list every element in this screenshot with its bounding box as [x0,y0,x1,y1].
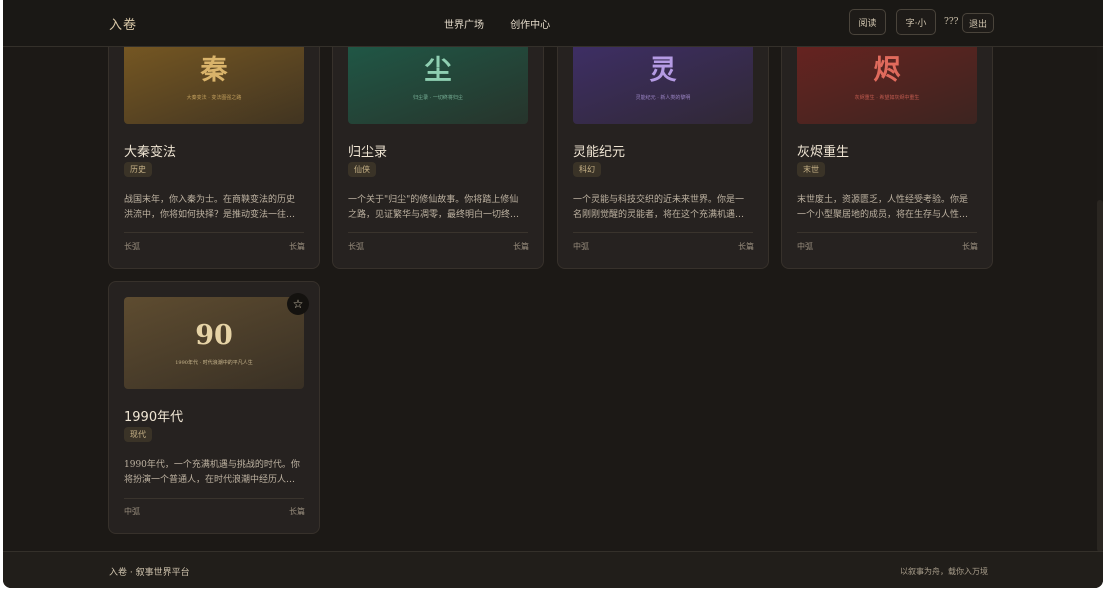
story-length: 中弧 [797,242,813,251]
font-size-button[interactable]: 字·小 [896,9,936,35]
story-card[interactable]: 灵 灵能纪元 · 新人类的黎明 灵能纪元 科幻 一个灵能与科技交织的近未来世界。… [557,20,769,269]
star-favorite-icon[interactable]: ☆ [287,293,309,315]
divider [124,498,304,499]
nav-creation-center[interactable]: 创作中心 [510,20,550,31]
footer-slogan: 以叙事为舟，载你入万境 [900,567,988,576]
divider [797,232,977,233]
genre-tag: 历史 [124,162,152,177]
nav-world-plaza[interactable]: 世界广场 [444,20,484,31]
cover-glyph: 90 [195,319,233,351]
cover-glyph: 尘 [424,54,452,86]
genre-tag: 现代 [124,427,152,442]
story-title: 归尘录 [348,145,388,160]
cover-subtitle: 1990年代 · 时代浪潮中的平凡人生 [175,359,253,366]
story-type: 长篇 [962,242,978,251]
genre-tag: 末世 [797,162,825,177]
footer-brand: 入卷 · 叙事世界平台 [109,568,190,578]
story-length: 中弧 [573,242,589,251]
story-cover: 90 1990年代 · 时代浪潮中的平凡人生 [124,297,304,389]
story-description: 一个关于"归尘"的修仙故事。你将踏上修仙 之路，见证繁华与凋零，最终明白一切终… [348,195,520,220]
divider [124,232,304,233]
cover-subtitle: 灵能纪元 · 新人类的黎明 [635,94,691,101]
story-type: 长篇 [513,242,529,251]
story-title: 大秦变法 [124,145,177,160]
story-length: 中弧 [124,507,140,516]
story-type: 长篇 [289,507,305,516]
story-type: 长篇 [289,242,305,251]
app-window: 秦 大秦变法 · 变法图强之路 大秦变法 历史 战国末年，你入秦为士。在商鞅变法… [3,0,1103,588]
story-title: 灰烬重生 [797,145,850,160]
story-title: 灵能纪元 [573,145,626,160]
story-card[interactable]: 尘 归尘录 · 一切终将归尘 归尘录 仙侠 一个关于"归尘"的修仙故事。你将踏上… [332,20,544,269]
story-card[interactable]: 烬 灰烬重生 · 希望如灰烬中重生 灰烬重生 末世 末世废土，资源匮乏，人性经受… [781,20,993,269]
divider [573,232,753,233]
divider [348,232,528,233]
top-navbar: 入卷 世界广场 创作中心 阅读 字·小 ??? 退出 [3,0,1103,47]
story-description: 战国末年，你入秦为士。在商鞅变法的历史 洪流中，你将如何抉择？是推动变法一往… [124,195,296,220]
story-card[interactable]: 90 1990年代 · 时代浪潮中的平凡人生 ☆ 1990年代 现代 1990年… [108,281,320,534]
cover-glyph: 烬 [873,54,901,86]
cover-subtitle: 归尘录 · 一切终将归尘 [413,94,463,101]
main-nav: 世界广场 创作中心 [444,16,573,31]
story-length: 长弧 [348,242,364,251]
username-label: ??? [944,17,959,27]
story-length: 长弧 [124,242,140,251]
cover-glyph: 灵 [649,54,677,86]
cover-subtitle: 灰烬重生 · 希望如灰烬中重生 [854,94,920,101]
genre-tag: 科幻 [573,162,601,177]
story-card[interactable]: 秦 大秦变法 · 变法图强之路 大秦变法 历史 战国末年，你入秦为士。在商鞅变法… [108,20,320,269]
story-description: 末世废土，资源匮乏，人性经受考验。你是 一个小型聚居地的成员，将在生存与人性… [797,195,969,220]
scrollbar-thumb[interactable] [1097,200,1103,552]
logout-button[interactable]: 退出 [962,13,994,33]
cover-subtitle: 大秦变法 · 变法图强之路 [186,94,242,101]
cover-glyph: 秦 [200,54,228,86]
story-description: 一个灵能与科技交织的近未来世界。你是一 名刚刚觉醒的灵能者，将在这个充满机遇… [573,195,745,220]
app-logo[interactable]: 入卷 [109,14,137,33]
story-description: 1990年代，一个充满机遇与挑战的时代。你 将扮演一个普通人，在时代浪潮中经历人… [124,460,300,485]
story-title: 1990年代 [124,410,184,425]
genre-tag: 仙侠 [348,162,376,177]
read-mode-button[interactable]: 阅读 [849,9,886,35]
footer: 入卷 · 叙事世界平台 以叙事为舟，载你入万境 [3,551,1103,588]
story-type: 长篇 [738,242,754,251]
